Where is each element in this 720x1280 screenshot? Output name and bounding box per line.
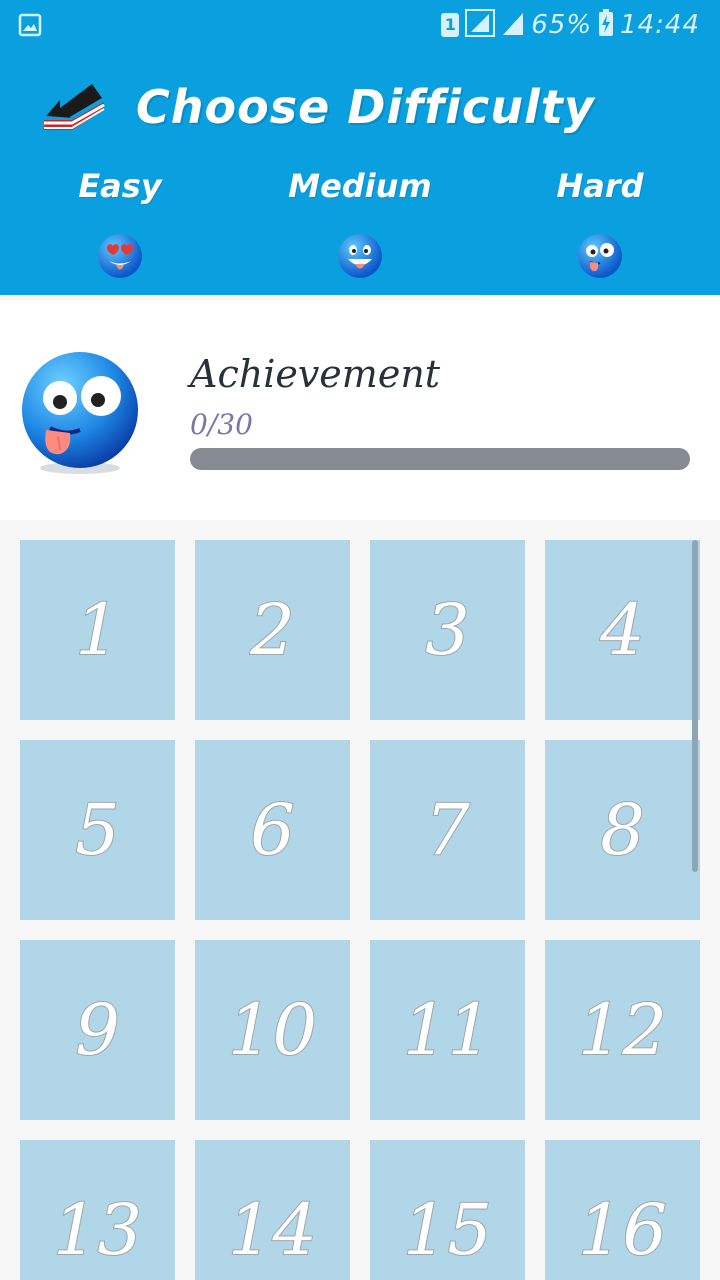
level-tile[interactable]: 3 [370, 540, 525, 720]
level-tile[interactable]: 14 [195, 1140, 350, 1280]
level-number: 6 [249, 788, 296, 872]
level-number: 16 [577, 1188, 668, 1272]
signal-icon [501, 9, 525, 41]
status-bar: 1 65% 14:44 [0, 0, 720, 50]
achievement-count: 0/30 [190, 408, 253, 441]
achievement-progress-bar [190, 448, 690, 470]
tab-label: Medium [288, 167, 432, 205]
level-tile[interactable]: 12 [545, 940, 700, 1120]
level-number: 15 [402, 1188, 493, 1272]
level-tile[interactable]: 10 [195, 940, 350, 1120]
tab-label: Hard [556, 167, 644, 205]
level-tile[interactable]: 1 [20, 540, 175, 720]
scrollbar[interactable] [692, 540, 698, 872]
level-number: 2 [249, 588, 296, 672]
level-tile[interactable]: 5 [20, 740, 175, 920]
level-grid: 1 2 3 4 5 6 7 8 9 10 11 12 13 14 15 16 [20, 540, 700, 1280]
page-title: Choose Difficulty [136, 80, 595, 134]
level-number: 11 [402, 988, 493, 1072]
level-tile[interactable]: 8 [545, 740, 700, 920]
level-tile[interactable]: 13 [20, 1140, 175, 1280]
grinning-face-icon [338, 234, 382, 278]
status-indicators: 1 65% 14:44 [441, 7, 700, 43]
level-tile[interactable]: 4 [545, 540, 700, 720]
signal-icon [465, 9, 496, 41]
heart-eyes-face-icon [98, 234, 142, 278]
gallery-notification-icon [18, 13, 42, 41]
battery-charging-icon [598, 9, 614, 41]
achievement-title: Achievement [190, 352, 441, 396]
tab-label: Easy [78, 167, 162, 205]
level-number: 4 [599, 588, 646, 672]
level-number: 8 [599, 788, 646, 872]
clock: 14:44 [620, 10, 700, 40]
level-tile[interactable]: 15 [370, 1140, 525, 1280]
sim-icon: 1 [441, 13, 460, 37]
level-tile[interactable]: 6 [195, 740, 350, 920]
level-number: 7 [424, 788, 471, 872]
silly-face-icon [578, 234, 622, 278]
level-tile[interactable]: 11 [370, 940, 525, 1120]
level-number: 12 [577, 988, 668, 1072]
level-number: 14 [227, 1188, 318, 1272]
level-number: 5 [74, 788, 121, 872]
tab-medium[interactable]: Medium [240, 162, 480, 295]
level-number: 10 [227, 988, 318, 1072]
level-tile[interactable]: 7 [370, 740, 525, 920]
achievement-panel: Achievement 0/30 [0, 300, 720, 520]
tab-easy[interactable]: Easy [0, 162, 240, 295]
level-grid-area[interactable]: 1 2 3 4 5 6 7 8 9 10 11 12 13 14 15 16 [0, 520, 720, 1280]
level-number: 9 [74, 988, 121, 1072]
level-number: 1 [74, 588, 121, 672]
level-tile[interactable]: 16 [545, 1140, 700, 1280]
app-header: Choose Difficulty Easy Medium Hard [0, 50, 720, 300]
silly-face-icon [22, 352, 138, 474]
level-tile[interactable]: 9 [20, 940, 175, 1120]
back-arrow-icon [44, 84, 105, 130]
level-number: 3 [424, 588, 471, 672]
difficulty-tabs: Easy Medium Hard [0, 162, 720, 300]
tab-hard[interactable]: Hard [480, 162, 720, 300]
level-tile[interactable]: 2 [195, 540, 350, 720]
battery-percent: 65% [531, 10, 593, 40]
back-button[interactable] [38, 76, 108, 136]
level-number: 13 [52, 1188, 143, 1272]
